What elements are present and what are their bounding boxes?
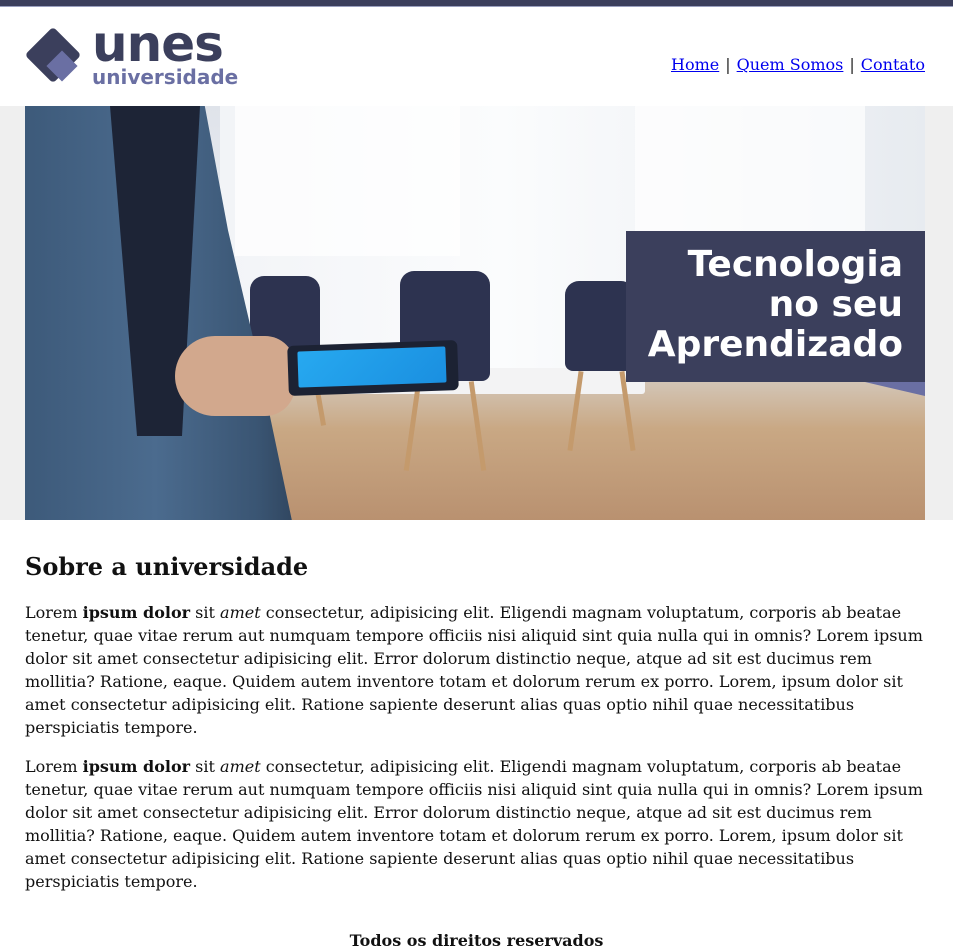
banner-person-hand [175,336,295,416]
nav-link-quem-somos[interactable]: Quem Somos [737,55,844,74]
chair-leg [468,381,487,471]
paragraph-text: Lorem [25,603,83,622]
tablet-device [287,340,459,396]
hero-section: Tecnologia no seu Aprendizado [0,106,953,520]
tagline-line-2: no seu [768,284,903,325]
paragraph: Lorem ipsum dolor sit amet consectetur, … [25,601,928,739]
paragraph-text: Lorem [25,757,83,776]
logo[interactable]: unes universidade [25,19,245,93]
paragraph-text: consectetur, adipisicing elit. Eligendi … [25,603,923,737]
logo-subtitle: universidade [92,65,239,89]
banner-tagline: Tecnologia no seu Aprendizado [626,231,925,382]
paragraph: Lorem ipsum dolor sit amet consectetur, … [25,755,928,893]
tagline-line-3: Aprendizado [647,324,903,365]
paragraph-text: consectetur, adipisicing elit. Eligendi … [25,757,923,891]
banner-window [235,106,460,256]
main-content: Sobre a universidade Lorem ipsum dolor s… [0,552,953,950]
nav-link-contato[interactable]: Contato [861,55,925,74]
paragraph-text: sit [190,757,221,776]
nav-separator: | [849,55,855,74]
tagline-accent [865,382,925,396]
main-nav: Home | Quem Somos | Contato [671,55,925,74]
paragraph-bold-text: ipsum dolor [82,603,191,622]
hero-banner-image: Tecnologia no seu Aprendizado [25,106,925,520]
top-accent-bar [0,0,953,7]
paragraph-italic-text: amet [220,757,261,776]
logo-wordmark: unes [92,15,224,73]
paragraph-bold-text: ipsum dolor [82,757,191,776]
nav-separator: | [725,55,731,74]
site-header: unes universidade Home | Quem Somos | Contat… [0,7,953,106]
banner-chair [565,281,635,371]
nav-link-home[interactable]: Home [671,55,719,74]
paragraph-italic-text: amet [220,603,261,622]
section-heading: Sobre a universidade [25,552,309,581]
chair-leg [403,381,422,471]
paragraph-text: sit [190,603,221,622]
logo-diamond-icon [26,28,80,82]
tablet-screen [297,346,447,388]
tagline-line-1: Tecnologia [687,244,903,285]
